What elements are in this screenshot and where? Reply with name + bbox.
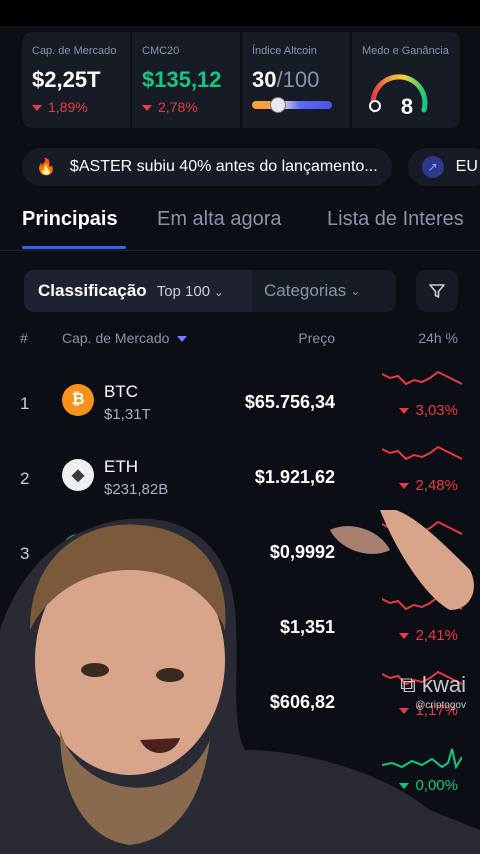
down-arrow-icon [399, 483, 410, 490]
coin-symbol: BTC [104, 382, 138, 401]
trend-icon: ↗ [421, 156, 444, 178]
rank-header: # [20, 330, 28, 346]
filter-segment: Classificação Top 100 ⌄ Categorias ⌄ [24, 270, 396, 312]
fear-greed-card[interactable]: Medo e Ganância 8 [352, 32, 462, 128]
news-text: $ASTER subiu 40% antes do lançamento... [69, 158, 378, 175]
market-cap-card[interactable]: Cap. de Mercado $2,25T 1,89% [22, 32, 132, 128]
tab-bar: Principais Em alta agora Lista de Intere… [0, 198, 480, 251]
coin-symbol: ETH [104, 457, 138, 476]
cmc20-card[interactable]: CMC20 $135,12 2,78% [132, 32, 242, 128]
down-arrow-icon [142, 105, 152, 112]
active-tab-indicator [22, 246, 126, 249]
altcoin-index-slider [252, 97, 332, 113]
down-arrow-icon [399, 408, 410, 415]
tab-principais[interactable]: Principais [22, 208, 118, 231]
market-cap-header[interactable]: Cap. de Mercado [62, 330, 188, 346]
ethereum-icon: ◆ [62, 459, 94, 491]
change-header[interactable]: 24h % [418, 330, 458, 346]
news-pill[interactable]: ↗ EU [407, 148, 480, 186]
fire-icon: 🔥 [36, 159, 56, 176]
news-ticker: 🔥 $ASTER subiu 40% antes do lançamento..… [22, 148, 480, 186]
news-pill[interactable]: 🔥 $ASTER subiu 40% antes do lançamento..… [22, 148, 392, 186]
coin-change: 2,48% [399, 477, 458, 494]
filter-bar: Classificação Top 100 ⌄ Categorias ⌄ [24, 270, 480, 314]
card-value: 30/100 [252, 67, 320, 92]
chevron-down-icon: ⌄ [214, 286, 224, 299]
card-label: Índice Altcoin [252, 45, 317, 57]
ranking-filter[interactable]: Classificação Top 100 ⌄ [24, 270, 252, 312]
sparkline-chart [382, 370, 462, 386]
card-label: Medo e Ganância [362, 45, 449, 57]
coin-change: 3,03% [399, 402, 458, 419]
coin-market-cap: $231,82B [104, 481, 169, 498]
card-change: 1,89% [32, 99, 120, 115]
news-text: EU [455, 158, 478, 175]
rank-number: 1 [20, 394, 30, 413]
card-value: $135,12 [142, 67, 222, 92]
sort-desc-icon [177, 336, 188, 343]
card-label: Cap. de Mercado [32, 45, 117, 57]
down-arrow-icon [32, 105, 42, 112]
table-header: # Cap. de Mercado Preço 24h % [0, 330, 480, 350]
altcoin-index-card[interactable]: Índice Altcoin 30/100 [242, 32, 352, 128]
sparkline-chart [382, 445, 462, 461]
card-value: $2,25T [32, 67, 101, 92]
card-label: CMC20 [142, 45, 180, 57]
kwai-logo-icon: ⧉ [400, 672, 416, 697]
rank-number: 2 [20, 469, 30, 488]
price-header[interactable]: Preço [298, 330, 335, 346]
filter-button[interactable] [416, 270, 458, 312]
tab-em-alta[interactable]: Em alta agora [157, 208, 282, 231]
funnel-icon [429, 284, 445, 298]
top-dropdown[interactable]: Top 100 ⌄ [157, 283, 224, 300]
slider-knob [270, 97, 286, 113]
chevron-down-icon: ⌄ [350, 284, 361, 298]
ranking-label: Classificação [38, 281, 147, 300]
bitcoin-icon: ₿ [62, 384, 94, 416]
card-change: 2,78% [142, 99, 230, 115]
coin-market-cap: $1,31T [104, 406, 151, 423]
coin-price: $65.756,34 [244, 392, 335, 412]
card-value: 8 [400, 94, 414, 119]
coin-price: $1.921,62 [254, 467, 335, 487]
categories-dropdown[interactable]: Categorias ⌄ [252, 270, 396, 312]
market-stats-cards: Cap. de Mercado $2,25T 1,89% CMC20 $135,… [22, 32, 480, 130]
tab-lista-interesse[interactable]: Lista de Interes [327, 208, 464, 231]
kwai-watermark: ⧉ kwai @criptogov [400, 672, 466, 711]
